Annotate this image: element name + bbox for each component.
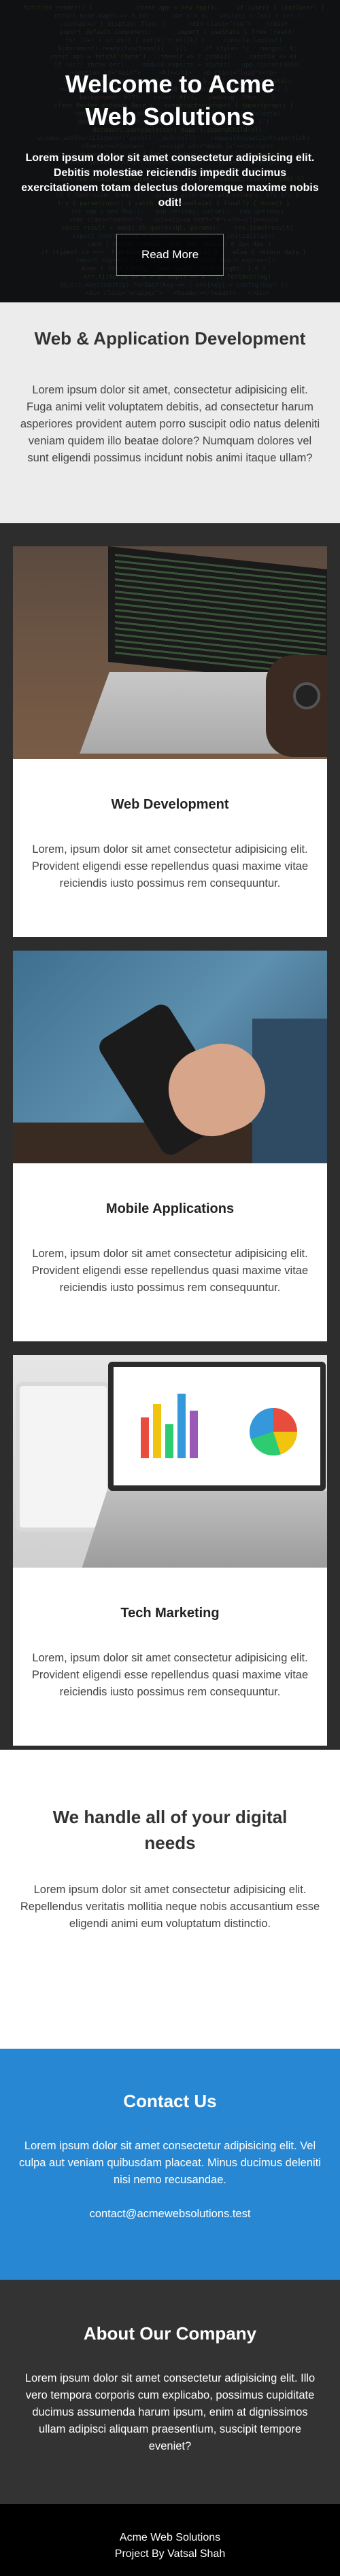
contact-title: Contact Us: [123, 2091, 217, 2111]
contact-section: Contact Us Lorem ipsum dolor sit amet co…: [0, 2049, 340, 2280]
digital-needs-title: We handle all of your digital needs: [52, 1807, 288, 1853]
services-title: Web & Application Development: [34, 328, 306, 349]
chart-bar: [165, 1424, 173, 1458]
chart-bar: [190, 1411, 198, 1458]
pie-chart: [250, 1408, 297, 1455]
laptop-screen: [108, 1362, 326, 1491]
about-title: About Our Company: [83, 2323, 257, 2344]
hero-text: Lorem ipsum dolor sit amet consectetur a…: [21, 152, 319, 209]
card-title: Tech Marketing: [120, 1606, 220, 1621]
phone-in-hand-image: [13, 951, 327, 1163]
card-body: Tech Marketing Lorem, ipsum dolor sit am…: [13, 1568, 327, 1701]
tablet: [16, 1382, 111, 1532]
laptop-keyboard: [82, 1491, 327, 1568]
footer-credit: Project By Vatsal Shah: [114, 2548, 226, 2560]
service-cards-section: Web Development Lorem, ipsum dolor sit a…: [0, 523, 340, 1750]
chart-bar: [141, 1417, 149, 1458]
hand: [266, 655, 327, 757]
contact-email-link[interactable]: contact@acmewebsolutions.test: [90, 2208, 251, 2220]
about-section: About Our Company Lorem ipsum dolor sit …: [0, 2280, 340, 2504]
card-mobile-applications: Mobile Applications Lorem, ipsum dolor s…: [13, 951, 327, 1341]
read-more-button[interactable]: Read More: [116, 234, 224, 276]
services-intro-section: Web & Application Development Lorem ipsu…: [0, 302, 340, 523]
digital-needs-section: We handle all of your digital needs Lore…: [0, 1750, 340, 2049]
watch: [293, 682, 320, 709]
digital-needs-text: Lorem ipsum dolor sit amet consectetur a…: [20, 1884, 320, 1930]
services-text: Lorem ipsum dolor sit amet, consectetur …: [20, 384, 320, 464]
card-body: Web Development Lorem, ipsum dolor sit a…: [13, 759, 327, 892]
laptop-charts-image: [13, 1355, 327, 1568]
chart-bar: [177, 1394, 186, 1458]
hero-section: function render() { const app = new App(…: [0, 0, 340, 302]
card-tech-marketing: Tech Marketing Lorem, ipsum dolor sit am…: [13, 1355, 327, 1746]
footer: Acme Web Solutions Project By Vatsal Sha…: [0, 2504, 340, 2576]
card-text: Lorem, ipsum dolor sit amet consectetur …: [31, 1652, 309, 1698]
chart-bar: [153, 1404, 161, 1458]
card-title: Web Development: [111, 797, 229, 812]
about-text: Lorem ipsum dolor sit amet consectetur a…: [24, 2372, 316, 2452]
card-body: Mobile Applications Lorem, ipsum dolor s…: [13, 1163, 327, 1296]
hero-content: Welcome to Acme Web Solutions Lorem ipsu…: [0, 0, 340, 276]
card-title: Mobile Applications: [105, 1201, 235, 1216]
hero-title: Welcome to Acme Web Solutions: [65, 70, 275, 130]
footer-company-name: Acme Web Solutions: [119, 2532, 221, 2543]
laptop-code-image: [13, 546, 327, 759]
card-text: Lorem, ipsum dolor sit amet consectetur …: [31, 1248, 309, 1294]
contact-text: Lorem ipsum dolor sit amet consectetur a…: [19, 2140, 321, 2186]
card-web-development: Web Development Lorem, ipsum dolor sit a…: [13, 546, 327, 937]
card-text: Lorem, ipsum dolor sit amet consectetur …: [31, 843, 309, 889]
